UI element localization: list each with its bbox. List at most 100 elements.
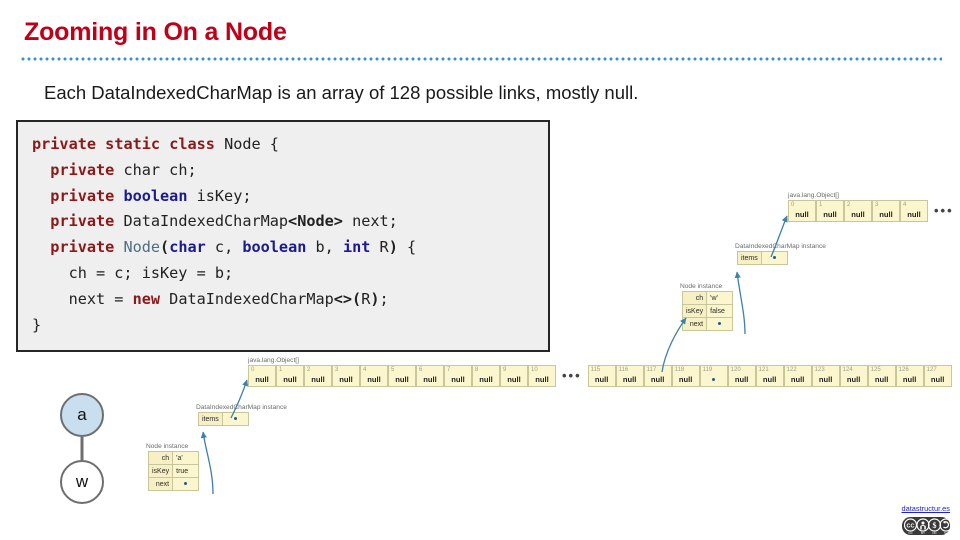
dicm-w-field-items-name: items <box>738 252 762 265</box>
title-divider <box>20 57 942 61</box>
table-row: next <box>149 478 199 491</box>
array-ellipsis: ••• <box>556 365 588 387</box>
arrow-node-a-next <box>203 432 213 494</box>
array-cell-index: 9 <box>503 366 506 374</box>
trie-node-a[interactable]: a <box>60 393 104 437</box>
array-cell-value: null <box>819 375 833 384</box>
array-cell-value: null <box>823 210 837 219</box>
svg-text:SA: SA <box>944 531 948 535</box>
array-cell-value: null <box>851 210 865 219</box>
table-row: ch 'a' <box>149 452 199 465</box>
code-token: Node { <box>215 135 279 153</box>
code-line: private static class Node { <box>32 132 548 158</box>
dicm-w-caption: DataIndexedCharMap instance <box>735 243 826 250</box>
code-token <box>32 212 50 230</box>
array-cell-value: null <box>535 375 549 384</box>
array-cell: 2null <box>844 200 872 222</box>
trie-node-a-label: a <box>77 405 86 425</box>
dicm-w-table: items <box>737 251 788 265</box>
code-token <box>32 161 50 179</box>
code-token: private <box>50 212 114 230</box>
array-cell-value: null <box>507 375 521 384</box>
node-a-field-ch-name: ch <box>149 452 173 465</box>
array-cell-index: 8 <box>475 366 478 374</box>
node-a-table: ch 'a' isKey true next <box>148 451 199 491</box>
array-cell-index: 123 <box>815 366 825 374</box>
array-cell-index: 3 <box>335 366 338 374</box>
page-title: Zooming in On a Node <box>24 18 287 47</box>
array-cell: 5null <box>388 365 416 387</box>
code-token: static <box>105 135 160 153</box>
code-line: } <box>32 313 548 339</box>
array-cell: 3null <box>872 200 900 222</box>
svg-text:CC: CC <box>907 524 915 530</box>
array-cell-index: 1 <box>279 366 282 374</box>
svg-text:BY: BY <box>921 531 925 535</box>
trie-node-w[interactable]: w <box>60 460 104 504</box>
array-a-caption: java.lang.Object[] <box>248 357 299 364</box>
code-token: next; <box>343 212 398 230</box>
array-cell-value: null <box>903 375 917 384</box>
array-cell: 118null <box>672 365 700 387</box>
array-cell-index: 2 <box>847 201 850 209</box>
dicm-w-field-items-pointer <box>761 252 787 265</box>
dicm-a-field-items-pointer <box>222 413 248 426</box>
code-token: char <box>169 238 206 256</box>
code-token: private <box>50 161 114 179</box>
node-a-field-next-name: next <box>149 478 173 491</box>
code-token: DataIndexedCharMap <box>160 290 334 308</box>
array-cell-index: 10 <box>531 366 538 374</box>
attribution-link[interactable]: datastructur.es <box>902 504 950 513</box>
array-cell-index: 127 <box>927 366 937 374</box>
node-a-caption: Node instance <box>146 443 188 450</box>
array-cell-index: 115 <box>591 366 601 374</box>
table-row: isKey false <box>683 305 733 318</box>
array-cell-index: 0 <box>791 201 794 209</box>
array-cell-index: 118 <box>675 366 685 374</box>
node-w-table: ch 'w' isKey false next <box>682 291 733 331</box>
array-cell: 123null <box>812 365 840 387</box>
array-segment-head: 0null1null2null3null4null5null6null7null… <box>248 365 556 387</box>
array-cell-index: 119 <box>703 366 713 374</box>
array-cell-value: null <box>395 375 409 384</box>
array-cell: 3null <box>332 365 360 387</box>
array-cell: 124null <box>840 365 868 387</box>
code-token: c, <box>206 238 243 256</box>
array-cell: 10null <box>528 365 556 387</box>
array-cell-index: 2 <box>307 366 310 374</box>
array-cell-index: 124 <box>843 366 853 374</box>
array-cell-value: null <box>367 375 381 384</box>
pointer-dot-icon <box>718 322 721 325</box>
creative-commons-badge-icon[interactable]: CC $ CC BY NC SA <box>902 517 950 535</box>
array-w: 0null1null2null3null4null••• <box>788 200 960 222</box>
pointer-dot-icon <box>712 378 715 381</box>
array-cell-index: 126 <box>899 366 909 374</box>
code-token: R <box>361 290 370 308</box>
code-token: <>( <box>334 290 361 308</box>
dicm-a-field-items-name: items <box>199 413 223 426</box>
code-token: b, <box>306 238 343 256</box>
node-w-field-ch-value: 'w' <box>707 292 733 305</box>
array-cell: 120null <box>728 365 756 387</box>
code-token <box>96 135 105 153</box>
node-w-field-iskey-value: false <box>707 305 733 318</box>
code-line: private Node(char c, boolean b, int R) { <box>32 235 548 261</box>
table-row: isKey true <box>149 465 199 478</box>
code-token: private <box>50 187 114 205</box>
code-token <box>160 135 169 153</box>
array-cell-value: null <box>651 375 665 384</box>
array-cell-index: 121 <box>759 366 769 374</box>
table-row: items <box>738 252 788 265</box>
array-cell-index: 6 <box>419 366 422 374</box>
array-w-caption: java.lang.Object[] <box>788 192 839 199</box>
array-cell: 116null <box>616 365 644 387</box>
code-token: ch = c; isKey = b; <box>32 264 233 282</box>
node-w-field-next-name: next <box>683 318 707 331</box>
table-row: next <box>683 318 733 331</box>
code-token: isKey; <box>187 187 251 205</box>
array-cell: 7null <box>444 365 472 387</box>
array-cell: 119 <box>700 365 728 387</box>
svg-text:$: $ <box>933 521 937 530</box>
array-cell: 115null <box>588 365 616 387</box>
array-ellipsis: ••• <box>928 200 960 222</box>
